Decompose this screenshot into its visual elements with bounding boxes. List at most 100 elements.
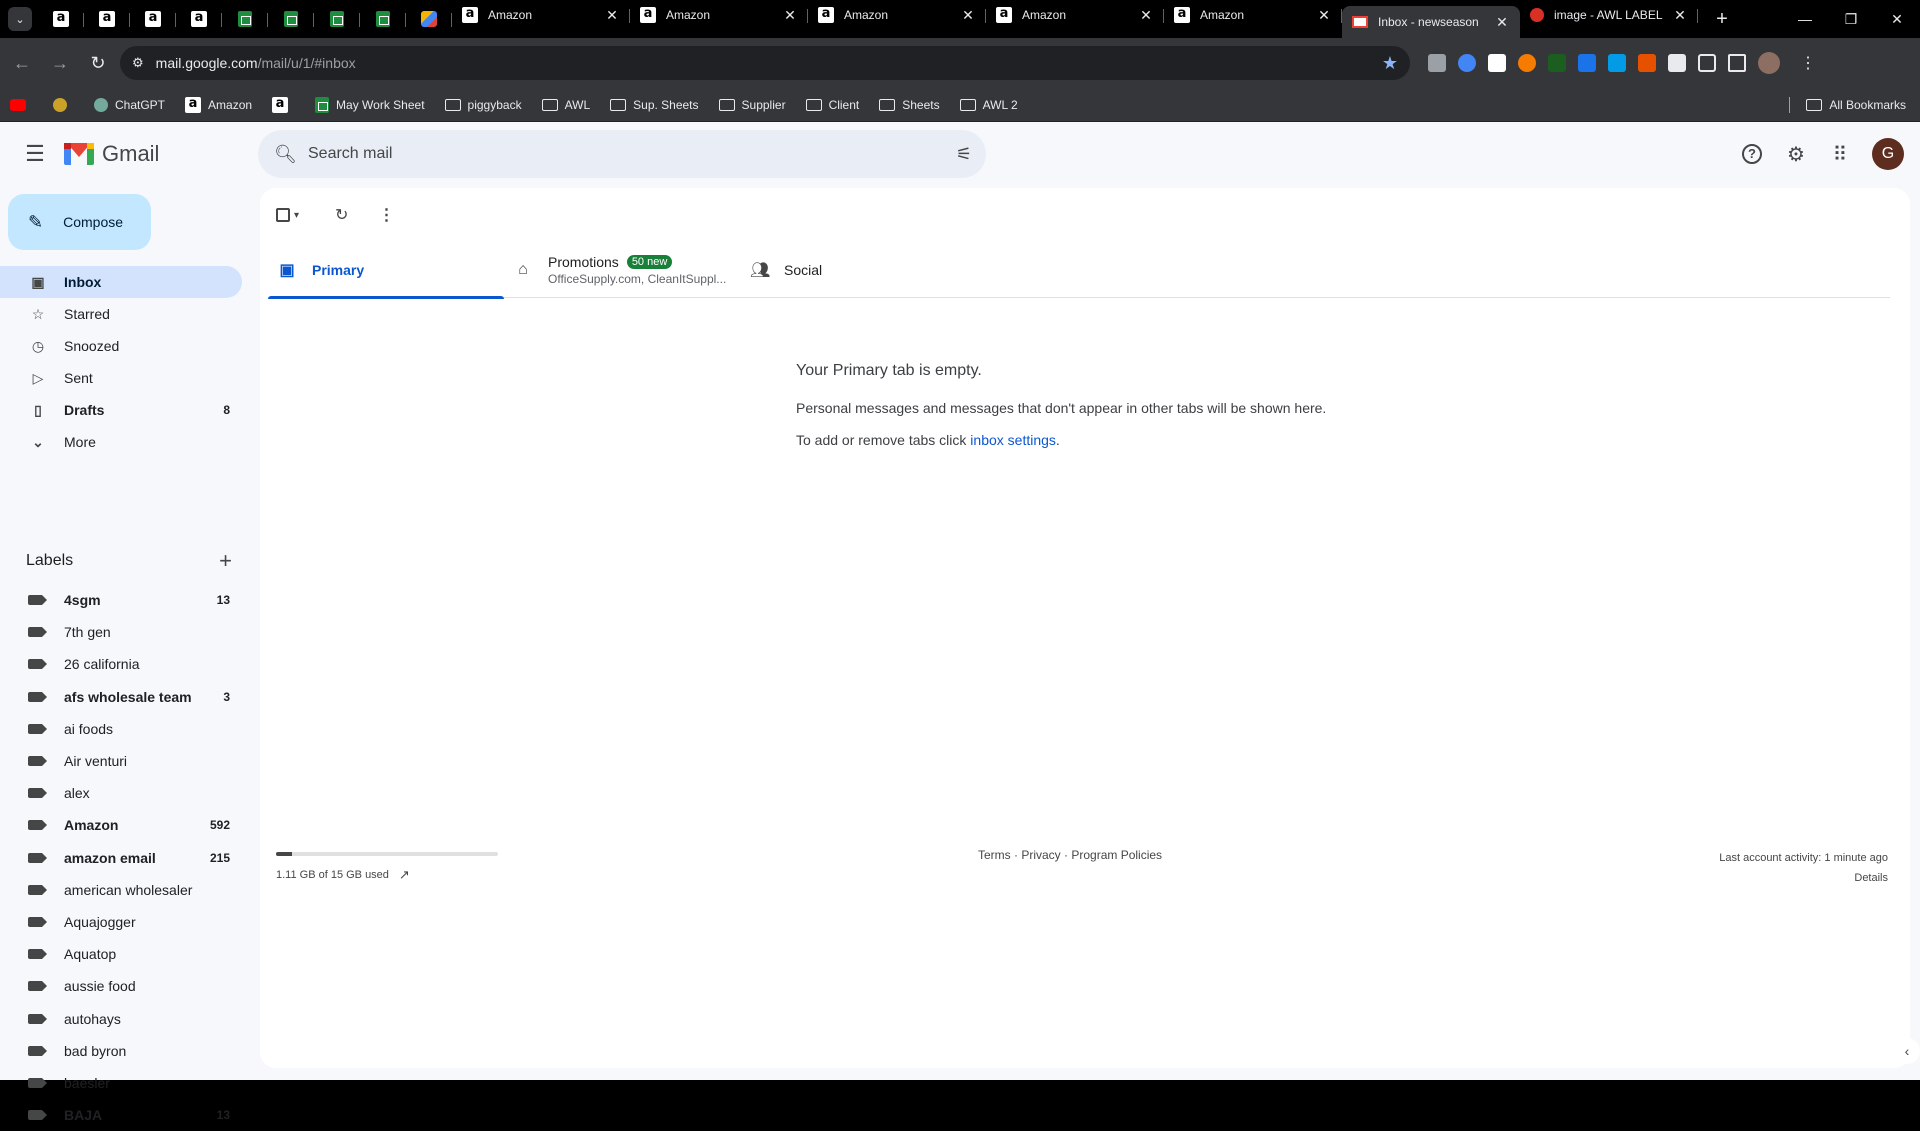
label-item[interactable]: alex <box>0 777 242 809</box>
browser-tab[interactable]: Inbox - newseason ✕ <box>1342 6 1520 38</box>
search-icon[interactable]: 🔍︎ <box>274 144 297 165</box>
pinned-tab[interactable] <box>314 4 360 34</box>
inbox-settings-link[interactable]: inbox settings <box>970 432 1056 448</box>
label-item[interactable]: Air venturi <box>0 745 242 777</box>
browser-tab[interactable]: a Amazon ✕ <box>1164 0 1342 30</box>
settings-gear-icon[interactable]: ⚙ <box>1776 134 1816 174</box>
nav-item-starred[interactable]: ☆ Starred <box>0 298 242 330</box>
label-item[interactable]: Aquajogger <box>0 906 242 938</box>
browser-tab[interactable]: a Amazon ✕ <box>986 0 1164 30</box>
label-item[interactable]: autohays <box>0 1002 242 1034</box>
close-tab-icon[interactable]: ✕ <box>1138 7 1154 24</box>
minimize-button[interactable]: — <box>1782 11 1828 28</box>
tab-promotions[interactable]: ⌂ Promotions 50 new OfficeSupply.com, Cl… <box>504 242 740 298</box>
bookmark-item[interactable]: a <box>272 96 295 113</box>
browser-tab[interactable]: image - AWL LABEL ✕ <box>1520 0 1698 30</box>
create-label-plus-icon[interactable]: + <box>219 548 232 574</box>
gmail-logo[interactable]: Gmail <box>64 141 159 167</box>
nav-item-drafts[interactable]: ▯ Drafts 8 <box>0 394 242 426</box>
pinned-tab[interactable]: a <box>130 4 176 34</box>
nav-item-sent[interactable]: ▷ Sent <box>0 362 242 394</box>
compose-button[interactable]: ✎ Compose <box>8 194 151 250</box>
pinned-tab[interactable]: a <box>176 4 222 34</box>
support-button[interactable]: ? <box>1732 134 1772 174</box>
close-tab-icon[interactable]: ✕ <box>1672 7 1688 24</box>
account-avatar[interactable]: G <box>1872 138 1904 170</box>
side-panel-icon[interactable] <box>1728 54 1746 72</box>
extension-icon[interactable] <box>1548 54 1566 72</box>
pinned-tab[interactable]: a <box>38 4 84 34</box>
pinned-tab[interactable] <box>406 4 452 34</box>
side-panel-toggle-icon[interactable]: ‹ <box>1894 1038 1920 1064</box>
pinned-tab[interactable] <box>360 4 406 34</box>
nav-item-inbox[interactable]: ▣ Inbox <box>0 266 242 298</box>
label-item[interactable]: 7th gen <box>0 616 242 648</box>
select-all-checkbox[interactable] <box>276 208 290 222</box>
label-item[interactable]: Amazon 592 <box>0 809 242 841</box>
browser-tab[interactable]: a Amazon ✕ <box>808 0 986 30</box>
bookmark-item[interactable] <box>10 98 33 111</box>
forward-button[interactable]: → <box>44 47 76 79</box>
bookmark-item[interactable]: AWL <box>541 98 590 112</box>
browser-tab[interactable]: a Amazon ✕ <box>630 0 808 30</box>
nav-item-snoozed[interactable]: ◷ Snoozed <box>0 330 242 362</box>
select-dropdown-icon[interactable]: ▾ <box>294 210 299 221</box>
back-button[interactable]: ← <box>6 47 38 79</box>
close-tab-icon[interactable]: ✕ <box>960 7 976 24</box>
search-options-icon[interactable]: ⚟ <box>956 144 972 165</box>
terms-link[interactable]: Terms <box>978 848 1011 862</box>
extension-icon[interactable] <box>1668 54 1686 72</box>
tab-primary[interactable]: ▣ Primary <box>268 242 504 299</box>
extensions-puzzle-icon[interactable] <box>1698 54 1716 72</box>
tab-social[interactable]: 👥︎ Social <box>740 242 976 298</box>
label-item[interactable]: bad byron <box>0 1035 242 1067</box>
extension-icon[interactable] <box>1428 54 1446 72</box>
extension-icon[interactable] <box>1518 54 1536 72</box>
tab-search-button[interactable]: ⌄ <box>8 7 32 31</box>
bookmark-item[interactable]: ChatGPT <box>94 97 165 112</box>
address-bar[interactable]: ⚙ mail.google.com/mail/u/1/#inbox ★ <box>120 46 1410 80</box>
bookmark-item[interactable]: piggyback <box>444 98 522 112</box>
bookmark-star-icon[interactable]: ★ <box>1382 53 1398 74</box>
label-item[interactable]: aussie food <box>0 970 242 1002</box>
more-options-icon[interactable]: ⋮ <box>378 205 394 225</box>
label-item[interactable]: baesler <box>0 1067 242 1099</box>
profile-avatar[interactable] <box>1758 52 1780 74</box>
pinned-tab[interactable] <box>268 4 314 34</box>
label-item[interactable]: BAJA 13 <box>0 1099 242 1131</box>
browser-menu-icon[interactable]: ⋮ <box>1800 53 1816 73</box>
label-item[interactable]: Aquatop <box>0 938 242 970</box>
label-item[interactable]: american wholesaler <box>0 874 242 906</box>
site-info-icon[interactable]: ⚙ <box>132 55 144 71</box>
label-item[interactable]: amazon email 215 <box>0 842 242 874</box>
refresh-icon[interactable]: ↻ <box>335 205 348 225</box>
bookmark-item[interactable]: Sheets <box>879 98 940 112</box>
privacy-link[interactable]: Privacy <box>1021 848 1060 862</box>
bookmark-item[interactable]: a Amazon <box>185 96 252 113</box>
label-item[interactable]: 4sgm 13 <box>0 584 242 616</box>
label-item[interactable]: afs wholesale team 3 <box>0 681 242 713</box>
new-tab-button[interactable]: + <box>1708 8 1736 31</box>
bookmark-item[interactable]: Supplier <box>718 98 786 112</box>
open-external-icon[interactable]: ↗ <box>399 867 410 883</box>
extension-icon[interactable] <box>1608 54 1626 72</box>
details-link[interactable]: Details <box>1719 868 1888 888</box>
extension-icon[interactable] <box>1578 54 1596 72</box>
bookmark-item[interactable]: Client <box>805 98 859 112</box>
reload-button[interactable]: ↻ <box>82 47 114 79</box>
bookmark-item[interactable]: May Work Sheet <box>315 96 425 113</box>
extension-icon[interactable] <box>1638 54 1656 72</box>
label-item[interactable]: ai foods <box>0 713 242 745</box>
program-policies-link[interactable]: Program Policies <box>1071 848 1162 862</box>
bookmark-item[interactable]: AWL 2 <box>959 98 1018 112</box>
close-window-button[interactable]: ✕ <box>1874 11 1920 28</box>
label-item[interactable]: 26 california <box>0 648 242 680</box>
main-menu-icon[interactable]: ☰ <box>22 141 48 167</box>
extension-icon[interactable] <box>1488 54 1506 72</box>
nav-item-more[interactable]: ⌄ More <box>0 426 242 458</box>
bookmark-item[interactable]: Sup. Sheets <box>610 98 699 112</box>
search-input[interactable] <box>308 145 956 163</box>
all-bookmarks-button[interactable]: All Bookmarks <box>1789 96 1906 113</box>
close-tab-icon[interactable]: ✕ <box>604 7 620 24</box>
close-tab-icon[interactable]: ✕ <box>782 7 798 24</box>
